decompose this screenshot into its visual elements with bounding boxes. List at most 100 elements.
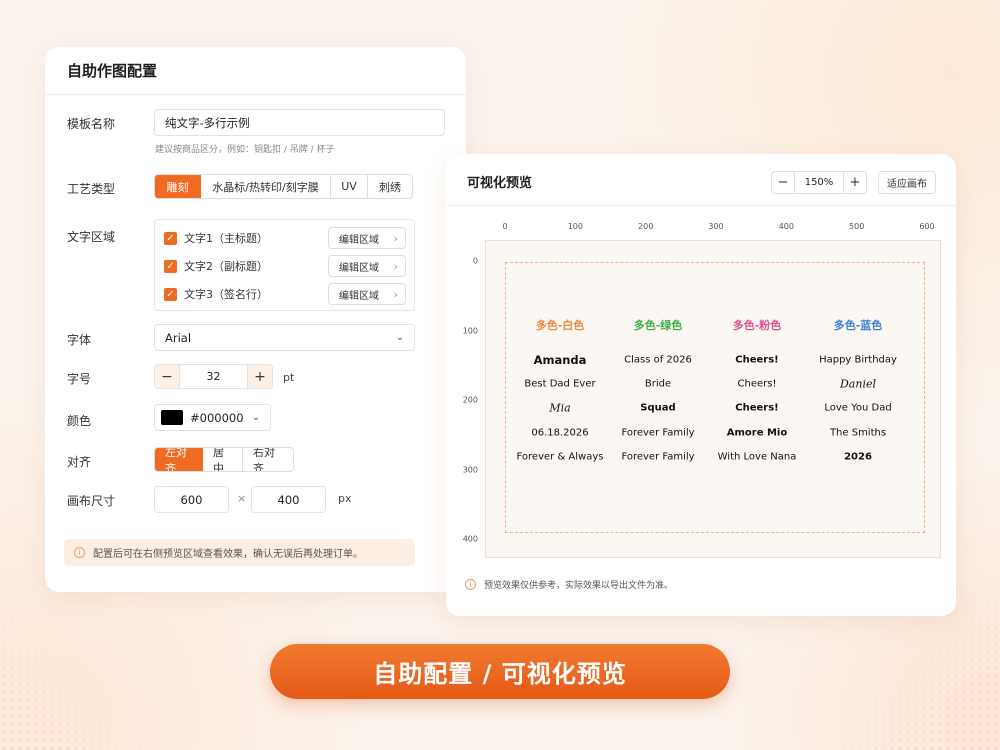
info-icon: i (74, 547, 85, 558)
decrement-button[interactable]: − (155, 365, 179, 388)
preview-footnote: i 预览效果仅供参考，实际效果以导出文件为准。 (465, 578, 673, 591)
color-swatch (161, 410, 183, 425)
color-label: 颜色 (67, 414, 92, 428)
text-area-item: ✓ 文字1（主标题） 编辑区域 › (164, 227, 406, 249)
preview-text-line: Amanda (533, 353, 587, 367)
font-size-unit: pt (283, 371, 295, 384)
process-option-engrave[interactable]: 雕刻 (155, 175, 201, 198)
font-value: Arial (165, 330, 192, 345)
process-option-transfer[interactable]: 水晶标/热转印/刻字膜 (201, 175, 331, 198)
ruler-x-tick: 500 (849, 222, 865, 231)
preview-text-line: The Smiths (829, 427, 887, 439)
chevron-down-icon: ⌄ (251, 412, 260, 423)
preview-text-line: Bride (644, 378, 672, 390)
font-select[interactable]: Arial ⌄ (154, 324, 415, 351)
canvas-width-input[interactable]: 600 (154, 486, 229, 513)
preview-panel-title: 可视化预览 (467, 176, 533, 191)
template-name-label: 模板名称 (67, 117, 116, 131)
preview-text-line: 06.18.2026 (531, 427, 589, 439)
preview-text-line: Cheers! (737, 378, 777, 390)
process-option-embroidery[interactable]: 刺绣 (368, 175, 412, 198)
font-label: 字体 (67, 333, 92, 347)
ruler-x-tick: 0 (502, 222, 508, 231)
color-value: #000000 (190, 410, 244, 425)
canvas-height-value: 400 (277, 492, 300, 507)
process-type-selector: 雕刻 水晶标/热转印/刻字膜 UV 刺绣 (154, 174, 413, 199)
preview-column-title: 多色-绿色 (633, 319, 683, 332)
preview-panel-header: 可视化预览 − 150% + 适应画布 (446, 154, 956, 206)
edit-area-button[interactable]: 编辑区域 › (328, 255, 406, 277)
preview-text-line: Mia (549, 401, 571, 415)
size-separator: × (237, 492, 247, 505)
preview-text-line: Happy Birthday (819, 354, 897, 366)
canvas-width-value: 600 (180, 492, 203, 507)
template-name-input[interactable]: 纯文字-多行示例 (154, 109, 445, 136)
config-panel-header: 自助作图配置 (45, 47, 466, 95)
zoom-out-button[interactable]: − (772, 172, 794, 193)
checkbox-checked-icon[interactable]: ✓ (164, 287, 177, 301)
align-selector: 左对齐 居中 右对齐 (154, 447, 294, 472)
align-left-option[interactable]: 左对齐 (155, 448, 203, 471)
ruler-x-tick: 400 (778, 222, 794, 231)
font-size-input[interactable]: 32 (179, 365, 248, 388)
edit-area-button[interactable]: 编辑区域 › (328, 227, 406, 249)
process-option-uv[interactable]: UV (331, 175, 368, 198)
color-picker[interactable]: #000000 ⌄ (154, 404, 271, 431)
config-notice: i 配置后可在右侧预览区域查看效果，确认无误后再处理订单。 (64, 539, 415, 566)
canvas-height-input[interactable]: 400 (251, 486, 326, 513)
align-right-option[interactable]: 右对齐 (243, 448, 293, 471)
preview-text-line: Love You Dad (824, 402, 892, 414)
notice-text: 配置后可在右侧预览区域查看效果，确认无误后再处理订单。 (93, 549, 363, 560)
fit-canvas-button[interactable]: 适应画布 (878, 171, 936, 194)
font-size-label: 字号 (67, 372, 92, 386)
preview-text-line: Cheers! (735, 402, 779, 414)
ruler-x-tick: 600 (919, 222, 935, 231)
text-area-label: 文字3（签名行） (184, 288, 268, 301)
info-icon: i (465, 579, 476, 590)
zoom-in-button[interactable]: + (844, 172, 866, 193)
zoom-level: 150% (794, 172, 844, 193)
chevron-down-icon: ⌄ (395, 332, 404, 343)
preview-text-line: Class of 2026 (624, 354, 692, 366)
increment-button[interactable]: + (248, 365, 272, 388)
chevron-right-icon: › (393, 259, 398, 273)
ruler-y-tick: 200 (462, 395, 478, 405)
text-area-item: ✓ 文字2（副标题） 编辑区域 › (164, 255, 406, 277)
ruler-x-tick: 200 (638, 222, 654, 231)
edit-area-button[interactable]: 编辑区域 › (328, 283, 406, 305)
ruler-y-tick: 400 (462, 534, 478, 544)
text-area-label: 文字2（副标题） (184, 260, 268, 273)
preview-text-line: 2026 (844, 451, 872, 463)
checkbox-checked-icon[interactable]: ✓ (164, 259, 177, 273)
ruler-y-tick: 0 (472, 256, 478, 266)
preview-panel: 可视化预览 − 150% + 适应画布 0 100 200 300 400 500 600 … (446, 154, 956, 616)
zoom-control: − 150% + (771, 171, 867, 194)
preview-text-line: With Love Nana (717, 451, 797, 463)
edit-area-label: 编辑区域 (339, 290, 379, 302)
text-areas-label: 文字区域 (67, 230, 116, 244)
text-area-item: ✓ 文字3（签名行） 编辑区域 › (164, 283, 406, 305)
template-name-value: 纯文字-多行示例 (165, 115, 250, 130)
preview-text-line: Squad (640, 402, 676, 414)
config-panel-title: 自助作图配置 (67, 62, 158, 80)
edit-area-label: 编辑区域 (339, 234, 379, 246)
text-area-label: 文字1（主标题） (184, 232, 268, 245)
process-type-label: 工艺类型 (67, 182, 116, 196)
safe-area-border (505, 262, 925, 533)
cta-banner[interactable]: 自助配置 / 可视化预览 (270, 644, 730, 699)
preview-text-line: Daniel (839, 377, 877, 391)
ruler-x-tick: 300 (708, 222, 724, 231)
preview-text-line: Best Dad Ever (524, 378, 596, 390)
ruler-x-tick: 100 (567, 222, 583, 231)
ruler-y-tick: 300 (462, 465, 478, 474)
preview-canvas[interactable]: 多色-白色 Amanda Best Dad Ever Mia 06.18.2026 For… (485, 240, 941, 558)
preview-column-title: 多色-粉色 (732, 319, 782, 332)
edit-area-label: 编辑区域 (339, 262, 379, 274)
checkbox-checked-icon[interactable]: ✓ (164, 231, 177, 245)
preview-text-line: Forever Family (621, 427, 695, 439)
canvas-size-unit: px (338, 492, 352, 505)
preview-text-line: Forever & Always (516, 451, 604, 463)
template-name-hint: 建议按商品区分，例如：钥匙扣 / 吊牌 / 杯子 (155, 145, 335, 155)
preview-text-line: Cheers! (735, 354, 779, 366)
align-center-option[interactable]: 居中 (203, 448, 243, 471)
